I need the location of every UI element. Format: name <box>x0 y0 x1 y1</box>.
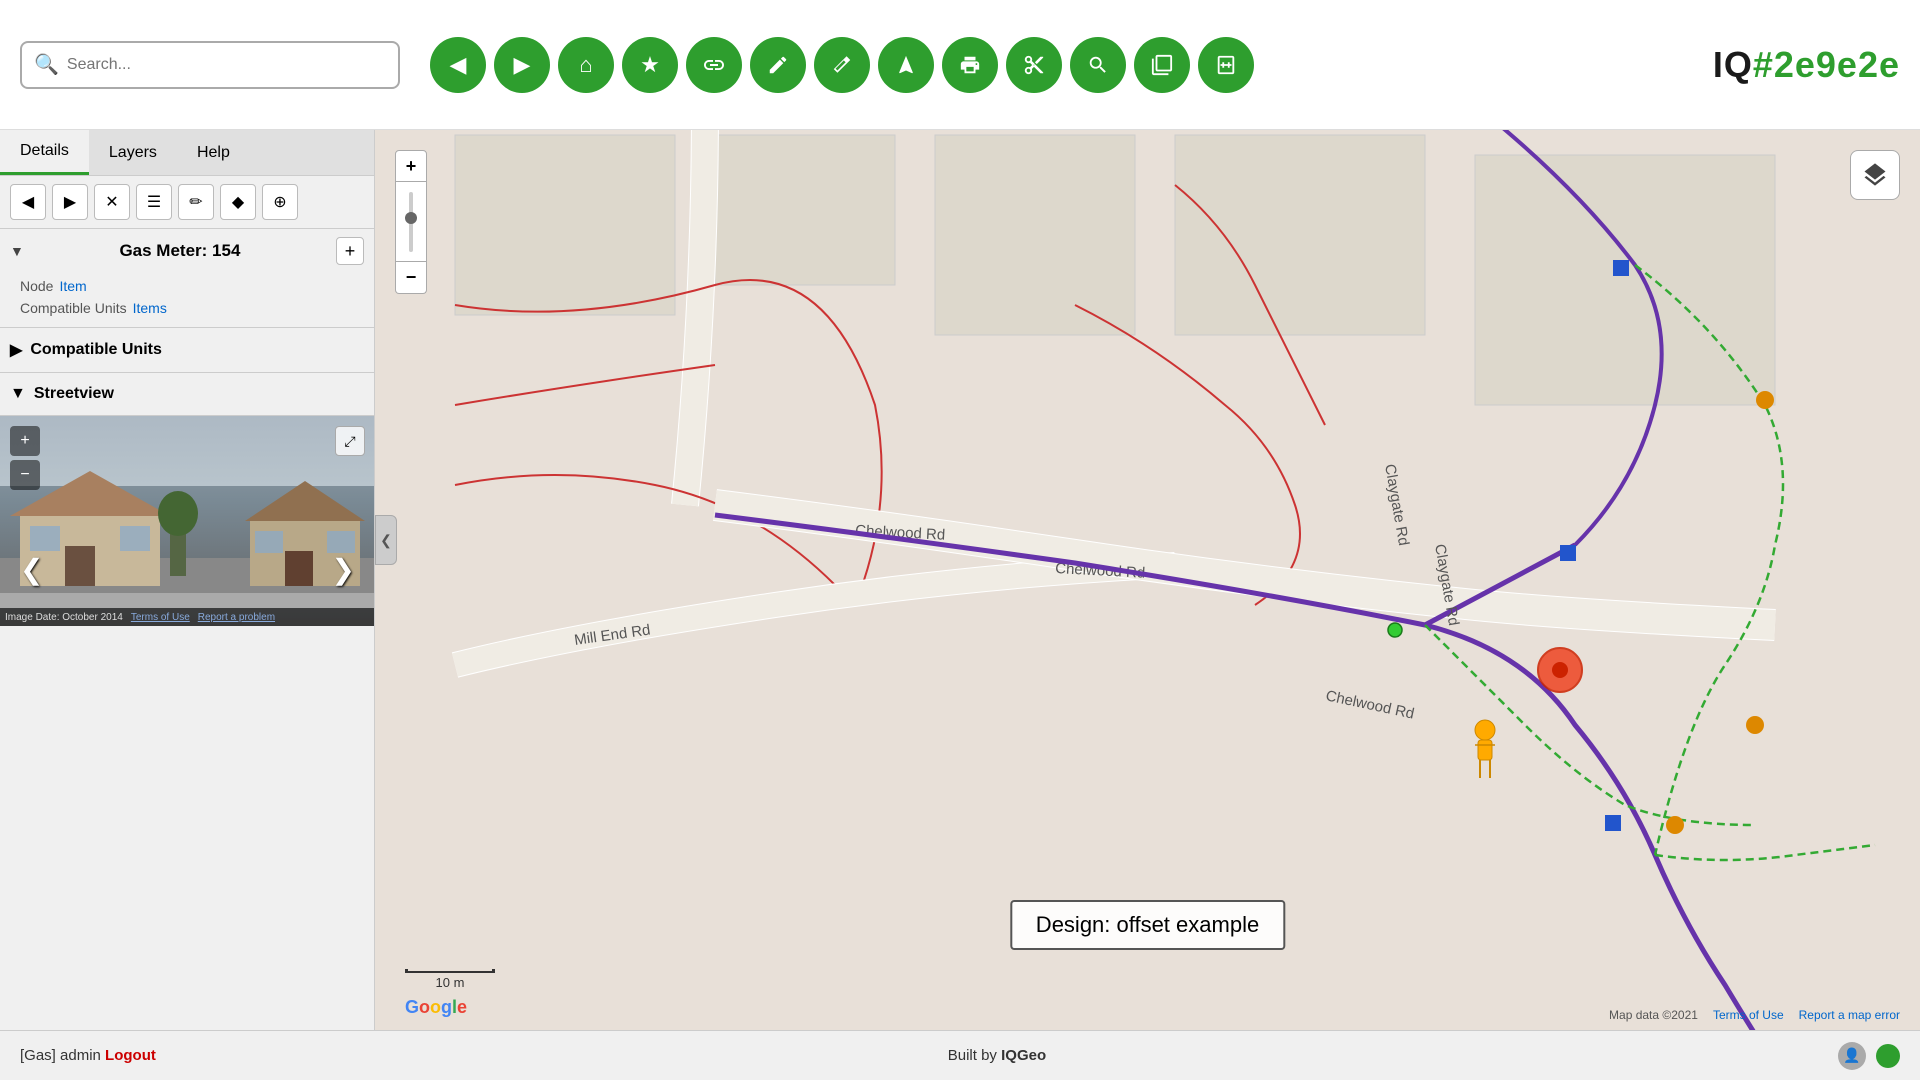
search-icon: 🔍 <box>34 52 59 77</box>
streetview-image: + − ⤢ ❮ ❯ Image Date: October 2014 Terms… <box>0 416 375 626</box>
nav-buttons: ◀ ▶ ⌂ ★ <box>430 37 1254 93</box>
sv-next-button[interactable]: ❯ <box>332 553 355 586</box>
search-bar: 🔍 <box>20 41 400 89</box>
node-row: Node Item <box>10 275 364 297</box>
map-svg: Mill End Rd Chelwood Rd Chelwood Rd Chel… <box>375 130 1920 1030</box>
home-button[interactable]: ⌂ <box>558 37 614 93</box>
map-attribution: Map data ©2021 Terms of Use Report a map… <box>1609 1008 1900 1022</box>
zoom-controls: + − <box>395 150 427 294</box>
node-link[interactable]: Item <box>59 278 86 294</box>
left-panel: Details Layers Help ◀ ▶ ✕ ☰ ✏ ◆ ⊕ ▼ Gas … <box>0 130 375 1030</box>
streetview-collapse: ▼ <box>10 385 26 403</box>
panel-edit-button[interactable]: ✏ <box>178 184 214 220</box>
user-prefix: [Gas] admin <box>20 1047 101 1064</box>
measure-button[interactable] <box>814 37 870 93</box>
cut-button[interactable] <box>1006 37 1062 93</box>
sv-zoom-in-button[interactable]: + <box>10 426 40 456</box>
status-bar: [Gas] admin Logout Built by IQGeo 👤 <box>0 1030 1920 1080</box>
sv-terms-link[interactable]: Terms of Use <box>131 612 190 623</box>
tab-details[interactable]: Details <box>0 130 89 175</box>
compatible-units-header[interactable]: ▶ Compatible Units <box>0 328 374 372</box>
app-logo: IQ#2e9e2e <box>1713 44 1900 86</box>
sv-expand-button[interactable]: ⤢ <box>335 426 365 456</box>
compatible-units-link[interactable]: Items <box>133 300 167 316</box>
forward-button[interactable]: ▶ <box>494 37 550 93</box>
edit-button[interactable] <box>750 37 806 93</box>
panel-forward-button[interactable]: ▶ <box>52 184 88 220</box>
scale-label: 10 m <box>405 975 495 990</box>
zoom-out-button[interactable]: − <box>395 262 427 294</box>
top-toolbar: 🔍 ◀ ▶ ⌂ ★ <box>0 0 1920 130</box>
built-by-text: Built by <box>948 1047 997 1064</box>
panel-actions: ◀ ▶ ✕ ☰ ✏ ◆ ⊕ <box>0 176 374 229</box>
panel-list-button[interactable]: ☰ <box>136 184 172 220</box>
compatible-units-chevron: ▶ <box>10 340 22 360</box>
panel-navigate-button[interactable]: ◆ <box>220 184 256 220</box>
logout-link[interactable]: Logout <box>105 1047 156 1064</box>
panel-zoom-button[interactable]: ⊕ <box>262 184 298 220</box>
collapse-panel-button[interactable]: ❮ <box>375 515 397 565</box>
compatible-units-section: ▶ Compatible Units <box>0 328 374 373</box>
report-link[interactable]: Report a map error <box>1799 1008 1900 1022</box>
brand-name: IQGeo <box>1001 1047 1046 1064</box>
sv-tree-top <box>158 491 198 536</box>
streetview-title: Streetview <box>34 385 114 403</box>
gas-meter-header: ▼ Gas Meter: 154 + <box>10 237 364 265</box>
print-button[interactable] <box>942 37 998 93</box>
status-right: 👤 <box>1838 1042 1900 1070</box>
streetview-section: ▼ Streetview <box>0 373 374 626</box>
tab-layers[interactable]: Layers <box>89 130 177 175</box>
status-center: Built by IQGeo <box>948 1047 1046 1064</box>
layers-button[interactable] <box>1850 150 1900 200</box>
google-logo: Google <box>405 997 467 1018</box>
sv-pavement <box>0 593 375 608</box>
scale-line <box>405 969 495 973</box>
gas-meter-section: ▼ Gas Meter: 154 + Node Item Compatible … <box>0 229 374 328</box>
sv-image-date: Image Date: October 2014 <box>5 612 123 623</box>
gas-meter-add-button[interactable]: + <box>336 237 364 265</box>
compatible-units-label: Compatible Units <box>20 300 127 316</box>
gas-meter-collapse[interactable]: ▼ <box>10 243 24 259</box>
node-label: Node <box>20 278 53 294</box>
panel-tabs: Details Layers Help <box>0 130 374 176</box>
compatible-units-section-title: Compatible Units <box>30 341 162 359</box>
navigate-button[interactable] <box>878 37 934 93</box>
link-button[interactable] <box>686 37 742 93</box>
zoom-slider[interactable] <box>395 182 427 262</box>
expand-button[interactable] <box>1198 37 1254 93</box>
tools-button[interactable] <box>1070 37 1126 93</box>
tab-help[interactable]: Help <box>177 130 250 175</box>
sv-prev-button[interactable]: ❮ <box>20 553 43 586</box>
map-canvas[interactable]: Mill End Rd Chelwood Rd Chelwood Rd Chel… <box>375 130 1920 1030</box>
scale-bar: 10 m <box>405 969 495 990</box>
sv-controls: + − <box>10 426 40 490</box>
panel-back-button[interactable]: ◀ <box>10 184 46 220</box>
design-label: Design: offset example <box>1010 900 1285 950</box>
terms-link[interactable]: Terms of Use <box>1713 1008 1784 1022</box>
status-indicator <box>1876 1044 1900 1068</box>
status-left: [Gas] admin Logout <box>20 1047 156 1064</box>
panel-close-button[interactable]: ✕ <box>94 184 130 220</box>
map-area: Mill End Rd Chelwood Rd Chelwood Rd Chel… <box>375 130 1920 1030</box>
sv-report-link[interactable]: Report a problem <box>198 612 275 623</box>
search-input[interactable] <box>67 56 386 74</box>
select-button[interactable] <box>1134 37 1190 93</box>
gas-meter-title: Gas Meter: 154 <box>32 241 328 261</box>
map-data-text: Map data ©2021 <box>1609 1008 1698 1022</box>
sv-zoom-out-button[interactable]: − <box>10 460 40 490</box>
streetview-header[interactable]: ▼ Streetview <box>0 373 374 416</box>
back-button[interactable]: ◀ <box>430 37 486 93</box>
sv-footer: Image Date: October 2014 Terms of Use Re… <box>0 608 375 626</box>
favourites-button[interactable]: ★ <box>622 37 678 93</box>
person-icon[interactable]: 👤 <box>1838 1042 1866 1070</box>
sv-nav-arrows: ❮ ❯ <box>0 553 375 586</box>
zoom-in-button[interactable]: + <box>395 150 427 182</box>
compatible-units-row: Compatible Units Items <box>10 297 364 319</box>
